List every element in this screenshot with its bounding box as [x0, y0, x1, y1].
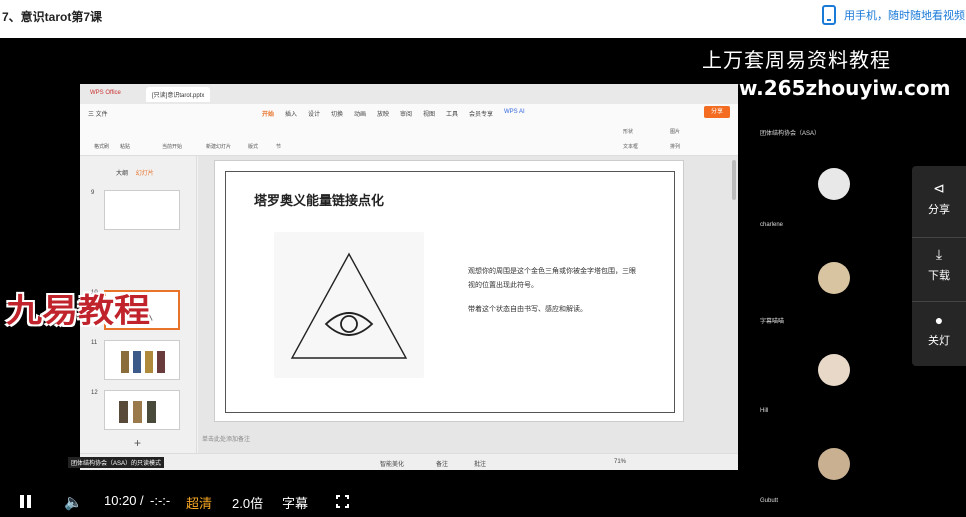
panel-tabs: 大纲 幻灯片: [116, 168, 154, 177]
status-readonly: 团体结构协会（ASA）的只读模式: [68, 457, 165, 468]
lights-off-label: 关灯: [928, 335, 950, 347]
ribbon-format-painter[interactable]: 格式刷: [94, 143, 109, 150]
slide-paragraph: 带着这个状态自由书写、感应和解读。: [468, 306, 587, 313]
status-bar: 团体结构协会（ASA）的只读模式 智能美化 备注 批注 71%: [68, 453, 738, 470]
time-separator: /: [140, 493, 144, 508]
thumb-number: 11: [91, 340, 98, 346]
participant-name: 团体结构协会（ASA）: [760, 131, 821, 137]
wps-share-button[interactable]: 分享: [704, 106, 730, 118]
time-current: 10:20: [104, 493, 137, 508]
menu-wps-ai[interactable]: WPS AI: [504, 109, 525, 115]
menu-member[interactable]: 会员专享: [469, 109, 493, 118]
lightbulb-icon: ●: [934, 312, 944, 328]
status-notes[interactable]: 备注: [436, 459, 448, 468]
participant-name: Hill: [760, 408, 769, 414]
slide-body: 观想你的周围是这个金色三角或你被金字塔包围，三眼视的位置出现此符号。 带着这个状…: [468, 265, 638, 327]
wps-tab-bar: WPS Office [只读]意识tarot.pptx: [80, 84, 738, 104]
ribbon-paste[interactable]: 粘贴: [120, 143, 130, 150]
mobile-watch-label: 用手机，随时随地看视频: [844, 10, 965, 22]
eye-in-triangle-icon: [290, 252, 408, 359]
video-player[interactable]: 上万套周易资料教程 www.265zhouyiw.com WPS Office …: [0, 38, 966, 517]
mobile-watch-link[interactable]: 用手机，随时随地看视频: [822, 5, 965, 25]
menu-animation[interactable]: 动画: [354, 109, 366, 118]
ribbon-arrange[interactable]: 排列: [670, 143, 680, 150]
slide-paragraph: 观想你的周围是这个金色三角或你被金字塔包围，三眼视的位置出现此符号。: [468, 268, 636, 289]
share-icon: ⊲: [933, 180, 945, 196]
quality-button[interactable]: 超清: [186, 493, 212, 512]
course-title: 7、意识tarot第7课: [2, 10, 103, 24]
fullscreen-icon[interactable]: [336, 495, 349, 508]
speed-button[interactable]: 2.0倍: [232, 493, 263, 512]
slide-thumbnail[interactable]: [104, 340, 180, 380]
ribbon-start-current[interactable]: 当前开始: [162, 143, 182, 150]
time-total: -:-:-: [150, 493, 171, 508]
share-action[interactable]: ⊲ 分享: [912, 180, 966, 238]
ribbon-layout[interactable]: 版式: [248, 143, 258, 150]
pause-icon[interactable]: [20, 495, 32, 508]
notes-placeholder[interactable]: 单击此处添加备注: [202, 434, 250, 443]
ribbon-new-slide[interactable]: 新建幻灯片: [206, 143, 231, 150]
slide-canvas: 塔罗奥义能量链接点化 观想你的周围是这个金色三角或你被金字塔包围，三眼视的位置出…: [198, 156, 738, 453]
menu-tools[interactable]: 工具: [446, 109, 458, 118]
top-bar: 7、意识tarot第7课 用手机，随时随地看视频: [0, 0, 966, 38]
download-label: 下载: [928, 270, 950, 282]
add-slide-icon[interactable]: +: [134, 436, 141, 450]
avatar: [818, 168, 850, 200]
volume-icon[interactable]: 🔈: [64, 493, 83, 511]
menu-file[interactable]: 三 文件: [88, 109, 108, 118]
vertical-scrollbar[interactable]: [732, 160, 736, 200]
menu-slideshow[interactable]: 放映: [377, 109, 389, 118]
slide-thumbnail[interactable]: [104, 390, 180, 430]
status-beautify[interactable]: 智能美化: [380, 459, 404, 468]
brand-logo: 九易教程: [6, 291, 151, 330]
slide: 塔罗奥义能量链接点化 观想你的周围是这个金色三角或你被金字塔包围，三眼视的位置出…: [214, 160, 684, 422]
player-controls: 🔈 10:20 / -:-:- 超清 2.0倍 字幕: [0, 488, 966, 517]
menu-home[interactable]: 开始: [262, 109, 274, 118]
download-action[interactable]: ⤓ 下载: [912, 246, 966, 302]
ribbon-toolbar: 格式刷 粘贴 当前开始 新建幻灯片 版式 节 形状 图片 文本框 排列: [80, 122, 738, 156]
lights-off-action[interactable]: ● 关灯: [912, 312, 966, 348]
thumb-number: 12: [91, 390, 98, 396]
participant-name: charlene: [760, 222, 784, 228]
menu-design[interactable]: 设计: [308, 109, 320, 118]
ribbon-menu: 三 文件 开始 插入 设计 切换 动画 放映 审阅 视图 工具 会员专享 WPS…: [80, 104, 738, 122]
share-label: 分享: [928, 204, 950, 216]
participants-column: 团体结构协会（ASA） charlene 字幕喵喵 Hill Gubutt: [748, 84, 908, 517]
ribbon-picture[interactable]: 图片: [670, 128, 680, 135]
menu-review[interactable]: 审阅: [400, 109, 412, 118]
avatar: [818, 448, 850, 480]
download-icon: ⤓: [935, 246, 943, 262]
side-action-panel: ⊲ 分享 ⤓ 下载 ● 关灯: [912, 166, 966, 366]
avatar: [818, 262, 850, 294]
zoom-level[interactable]: 71%: [614, 459, 626, 465]
slide-border: 塔罗奥义能量链接点化 观想你的周围是这个金色三角或你被金字塔包围，三眼视的位置出…: [225, 171, 675, 413]
shared-screen: WPS Office [只读]意识tarot.pptx 三 文件 开始 插入 设…: [68, 84, 738, 470]
avatar: [818, 354, 850, 386]
participant-name: 字幕喵喵: [760, 319, 785, 325]
ribbon-shape[interactable]: 形状: [623, 128, 633, 135]
tab-outline[interactable]: 大纲: [116, 171, 128, 177]
ribbon-section[interactable]: 节: [276, 143, 281, 150]
menu-transition[interactable]: 切换: [331, 109, 343, 118]
status-comments[interactable]: 批注: [474, 459, 486, 468]
tab-wps-office[interactable]: WPS Office: [84, 87, 127, 102]
menu-insert[interactable]: 插入: [285, 109, 297, 118]
ribbon-textbox[interactable]: 文本框: [623, 143, 638, 150]
phone-icon: [822, 5, 836, 25]
tab-slides[interactable]: 幻灯片: [136, 171, 154, 177]
thumb-number: 9: [91, 190, 95, 196]
subtitles-button[interactable]: 字幕: [282, 493, 308, 512]
eye-triangle-image: [274, 232, 424, 378]
slide-title: 塔罗奥义能量链接点化: [254, 193, 385, 208]
slide-thumbnail[interactable]: [104, 190, 180, 230]
watermark-title: 上万套周易资料教程: [702, 48, 891, 72]
tab-document[interactable]: [只读]意识tarot.pptx: [146, 87, 211, 102]
menu-view[interactable]: 视图: [423, 109, 435, 118]
